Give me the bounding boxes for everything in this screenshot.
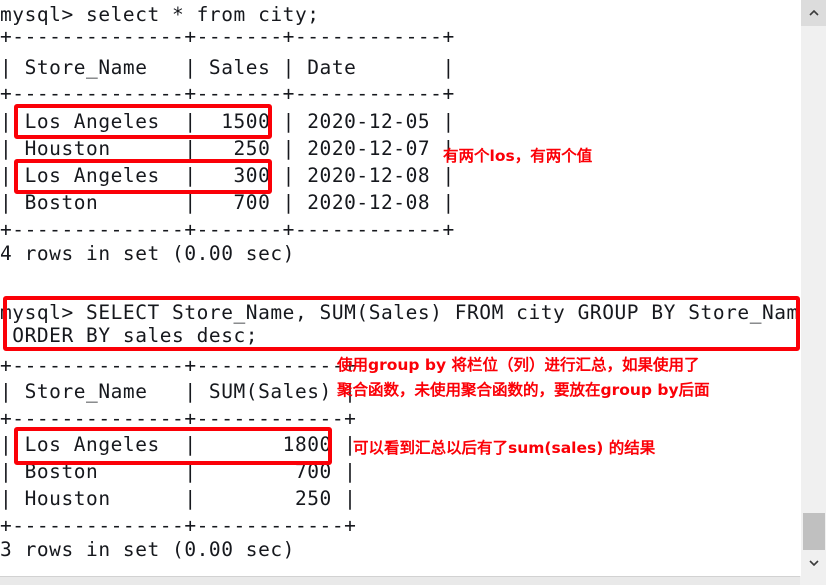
scrollbar-corner [800, 576, 826, 585]
terminal-line-18: | Houston | 250 | [0, 487, 357, 510]
terminal-line-15: +--------------+------------+ [0, 407, 357, 430]
terminal-line-7: | Boston | 700 | 2020-12-08 | [0, 191, 455, 214]
annotation-group-by-explanation-line2: 聚合函数，未使用聚合函数的，要放在group by后面 [337, 381, 710, 399]
terminal-line-11: mysql> SELECT Store_Name, SUM(Sales) FRO… [0, 301, 800, 324]
terminal-line-12: ORDER BY sales desc; [0, 324, 259, 347]
terminal-line-14: | Store_Name | SUM(Sales) | [0, 380, 357, 403]
terminal-line-20: 3 rows in set (0.00 sec) [0, 538, 295, 561]
terminal-line-9: 4 rows in set (0.00 sec) [0, 242, 295, 265]
vertical-scrollbar[interactable] [800, 0, 826, 576]
chevron-down-icon [809, 560, 819, 566]
terminal-line-5: | Houston | 250 | 2020-12-07 | [0, 137, 455, 160]
terminal-screenshot: mysql> select * from city; +------------… [0, 0, 826, 585]
bottom-status-strip [0, 576, 826, 585]
terminal-line-19: +--------------+------------+ [0, 514, 357, 537]
annotation-sum-sales-result: 可以看到汇总以后有了sum(sales) 的结果 [353, 439, 656, 457]
terminal-line-17: | Boston | 700 | [0, 460, 357, 483]
annotation-two-los-values: 有两个los，有两个值 [443, 147, 593, 165]
scrollbar-up-button[interactable] [801, 0, 826, 26]
terminal-line-13: +--------------+------------+ [0, 354, 357, 377]
terminal-line-8: +--------------+-------+------------+ [0, 218, 455, 241]
terminal-line-1: +--------------+-------+------------+ [0, 25, 455, 48]
terminal-line-0: mysql> select * from city; [0, 3, 320, 26]
terminal-line-4: | Los Angeles | 1500 | 2020-12-05 | [0, 110, 455, 133]
annotation-group-by-explanation-line1: 使用group by 将栏位（列）进行汇总，如果使用了 [337, 356, 700, 374]
terminal-line-6: | Los Angeles | 300 | 2020-12-08 | [0, 164, 455, 187]
terminal-line-3: +--------------+-------+------------+ [0, 82, 455, 105]
scrollbar-thumb[interactable] [803, 513, 825, 554]
scrollbar-down-button[interactable] [801, 550, 826, 576]
terminal-line-2: | Store_Name | Sales | Date | [0, 56, 455, 79]
terminal-output-area[interactable]: mysql> select * from city; +------------… [0, 0, 800, 576]
terminal-line-16: | Los Angeles | 1800 | [0, 433, 357, 456]
chevron-up-icon [809, 10, 819, 16]
